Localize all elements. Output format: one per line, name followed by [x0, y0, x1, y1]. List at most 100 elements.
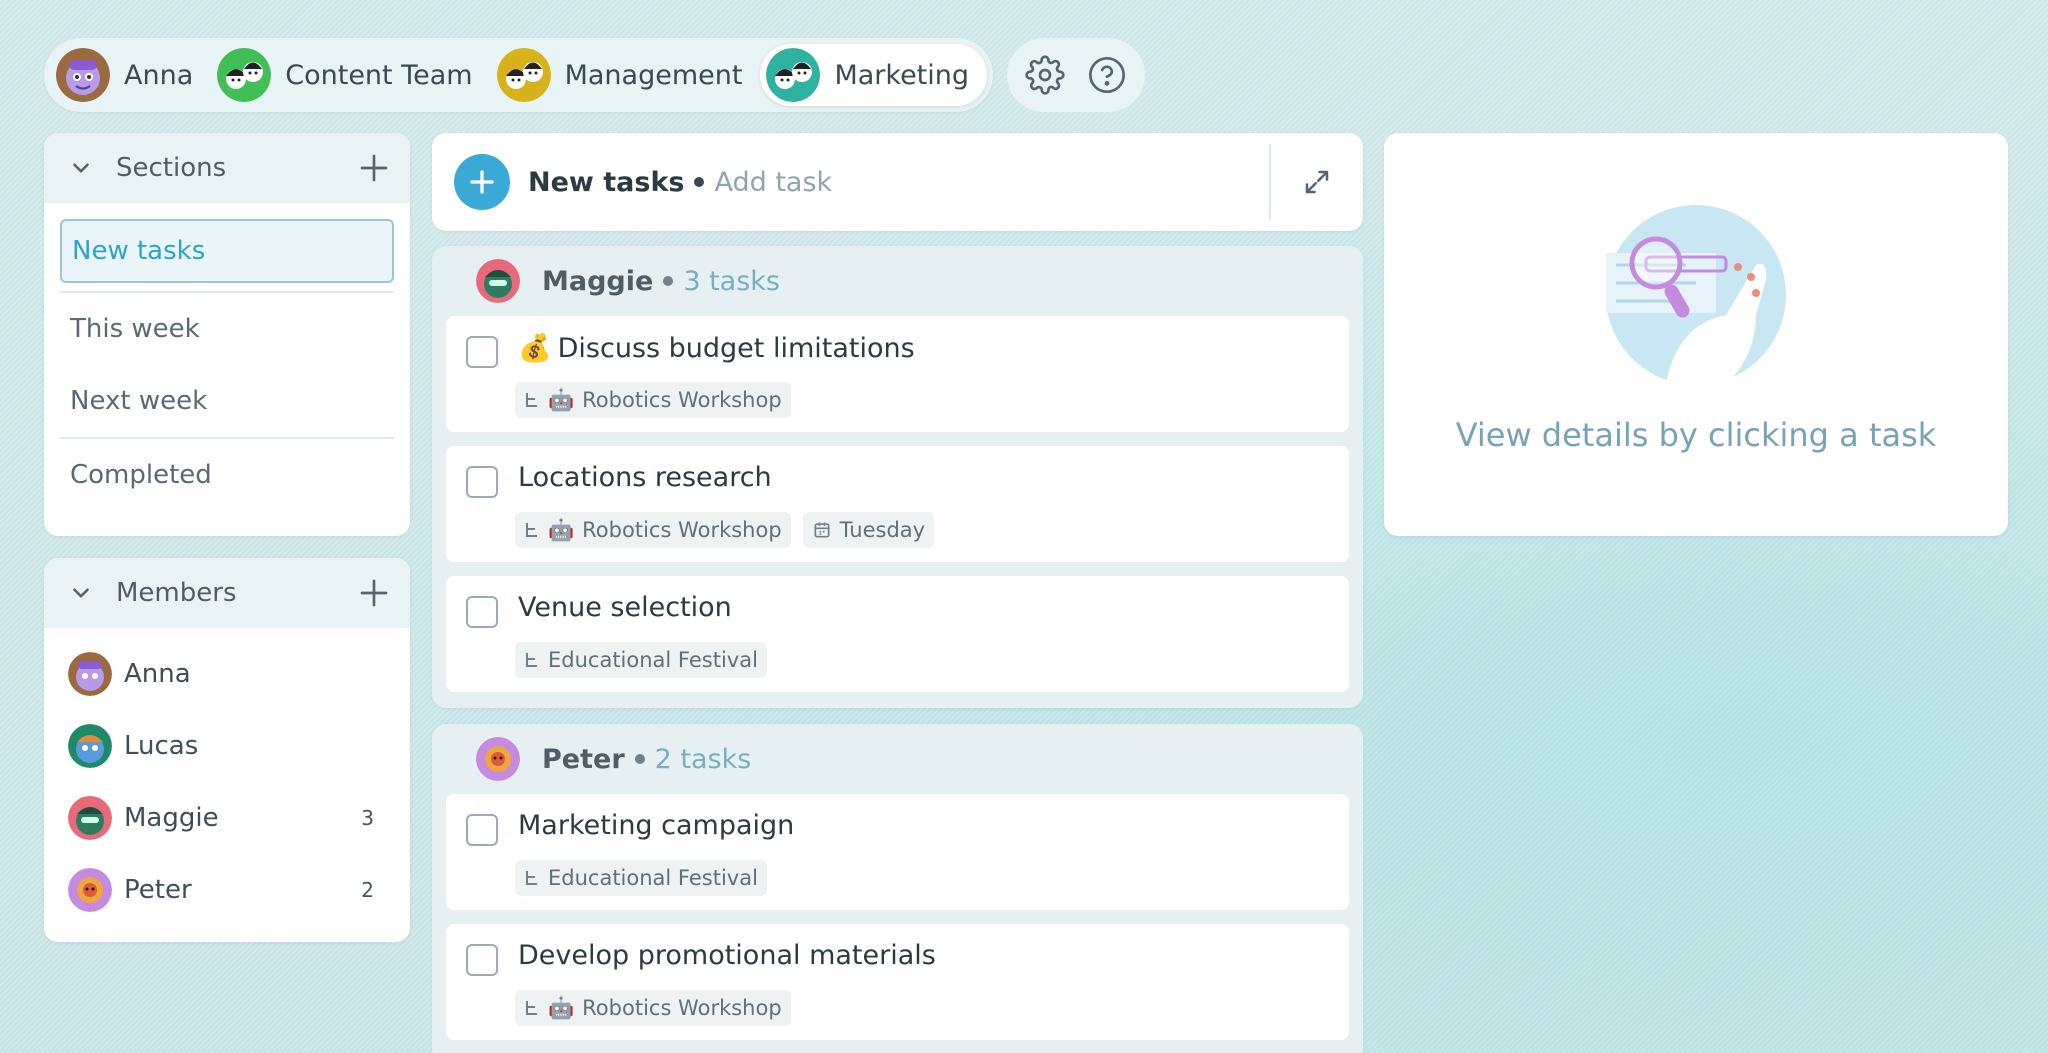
top-bar: Anna Content Team Management Marketing — [44, 38, 1146, 112]
task-card[interactable]: Develop promotional materials 🤖 Robotics… — [446, 924, 1349, 1040]
help-button[interactable] — [1085, 53, 1129, 97]
member-name: Peter — [124, 875, 192, 905]
task-card[interactable]: 💰 Discuss budget limitations 🤖 Robotics … — [446, 316, 1349, 432]
sections-title: Sections — [116, 153, 227, 183]
team-tab-marketing[interactable]: Marketing — [760, 44, 988, 106]
avatar — [68, 652, 112, 696]
members-panel: Members Anna Lucas Maggie 3 Peter 2 — [44, 558, 410, 942]
member-name: Maggie — [124, 803, 219, 833]
task-tags: Educational Festival — [515, 642, 767, 678]
separator-dot — [663, 276, 674, 286]
project-tag[interactable]: 🤖 Robotics Workshop — [515, 382, 791, 418]
add-task-button[interactable] — [454, 154, 510, 210]
section-new-tasks[interactable]: New tasks — [60, 219, 394, 283]
plus-icon — [470, 170, 494, 194]
task-details-panel: View details by clicking a task — [1384, 133, 2008, 536]
task-checkbox[interactable] — [466, 814, 498, 846]
member-lucas[interactable]: Lucas — [44, 710, 410, 782]
task-title: Develop promotional materials — [518, 940, 936, 971]
task-card[interactable]: Marketing campaign Educational Festival — [446, 794, 1349, 910]
task-title-row: 💰 Discuss budget limitations — [518, 332, 915, 365]
avatar — [68, 724, 112, 768]
team-label: Content Team — [285, 59, 473, 91]
due-date-tag[interactable]: Tuesday — [802, 512, 935, 548]
new-tasks-title: New tasks — [528, 166, 685, 198]
project-name: Robotics Workshop — [582, 388, 782, 412]
task-title-row: Locations research — [518, 462, 772, 493]
project-name: Robotics Workshop — [582, 518, 782, 542]
settings-button[interactable] — [1023, 53, 1067, 97]
project-name: Educational Festival — [548, 648, 758, 672]
member-maggie[interactable]: Maggie 3 — [44, 782, 410, 854]
member-peter[interactable]: Peter 2 — [44, 854, 410, 926]
member-name: Anna — [124, 659, 191, 689]
task-title: Marketing campaign — [518, 810, 795, 841]
team-label: Marketing — [834, 59, 970, 91]
task-group-maggie: Maggie 3 tasks 💰 Discuss budget limitati… — [432, 246, 1363, 708]
section-next-week[interactable]: Next week — [44, 365, 410, 437]
member-task-count: 3 — [361, 806, 374, 830]
expand-button[interactable] — [1269, 144, 1363, 220]
section-completed[interactable]: Completed — [44, 439, 410, 511]
task-tags: 🤖 Robotics Workshop — [515, 990, 791, 1026]
task-checkbox[interactable] — [466, 336, 498, 368]
team-switcher: Anna Content Team Management Marketing — [44, 38, 994, 112]
members-title: Members — [116, 578, 237, 608]
calendar-icon — [814, 522, 830, 538]
subtask-icon — [526, 523, 537, 537]
help-icon — [1089, 57, 1126, 93]
sections-header: Sections — [44, 133, 410, 203]
project-tag[interactable]: 🤖 Robotics Workshop — [515, 512, 791, 548]
empty-details-message: View details by clicking a task — [1455, 416, 1937, 454]
group-name: Maggie — [542, 265, 654, 297]
project-tag[interactable]: Educational Festival — [515, 642, 767, 678]
add-section-icon[interactable] — [358, 152, 390, 184]
group-header: Peter 2 tasks — [446, 724, 1349, 794]
add-task-input[interactable]: Add task — [714, 167, 1269, 198]
task-card[interactable]: Locations research 🤖 Robotics Workshop T… — [446, 446, 1349, 562]
subtask-icon — [526, 393, 537, 407]
task-card[interactable]: Venue selection Educational Festival — [446, 576, 1349, 692]
task-title: Venue selection — [518, 592, 732, 623]
group-task-count: 2 tasks — [654, 743, 752, 775]
management-avatar — [496, 48, 551, 102]
group-header: Maggie 3 tasks — [446, 246, 1349, 316]
team-label: Management — [564, 59, 743, 91]
task-tags: Educational Festival — [515, 860, 767, 896]
money-bag-emoji: 💰 — [518, 333, 552, 364]
chevron-down-icon[interactable] — [68, 580, 94, 606]
avatar — [68, 868, 112, 912]
subtask-icon — [526, 871, 537, 885]
sections-panel: Sections New tasks This week Next week C… — [44, 133, 410, 536]
content-team-avatar — [217, 48, 272, 102]
task-title-row: Marketing campaign — [518, 810, 794, 841]
task-checkbox[interactable] — [466, 466, 498, 498]
task-checkbox[interactable] — [466, 596, 498, 628]
due-date: Tuesday — [839, 518, 926, 542]
task-group-peter: Peter 2 tasks Marketing campaign Educati… — [432, 724, 1363, 1053]
subtask-icon — [526, 653, 537, 667]
avatar — [476, 737, 520, 781]
task-checkbox[interactable] — [466, 944, 498, 976]
task-title-row: Develop promotional materials — [518, 940, 936, 971]
project-name: Educational Festival — [548, 866, 758, 890]
avatar — [476, 259, 520, 303]
team-tab-content-team[interactable]: Content Team — [211, 44, 490, 106]
separator-dot — [634, 754, 645, 764]
magnifier-illustration-icon — [1606, 205, 1786, 385]
team-label: Anna — [124, 59, 194, 91]
add-member-icon[interactable] — [358, 577, 390, 609]
chevron-down-icon[interactable] — [68, 155, 94, 181]
members-header: Members — [44, 558, 410, 628]
team-tab-management[interactable]: Management — [491, 44, 761, 106]
project-tag[interactable]: 🤖 Robotics Workshop — [515, 990, 791, 1026]
team-tab-anna[interactable]: Anna — [50, 44, 211, 106]
project-tag[interactable]: Educational Festival — [515, 860, 767, 896]
anna-avatar — [56, 48, 110, 102]
member-anna[interactable]: Anna — [44, 638, 410, 710]
member-name: Lucas — [124, 731, 199, 761]
section-this-week[interactable]: This week — [44, 293, 410, 365]
avatar — [68, 796, 112, 840]
member-task-count: 2 — [361, 878, 374, 902]
group-task-count: 3 tasks — [683, 265, 780, 297]
